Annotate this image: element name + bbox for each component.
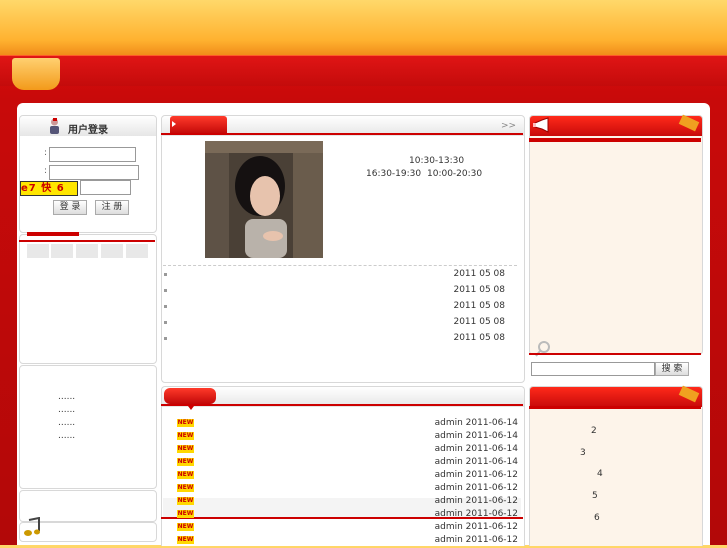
- music-note-icon: [23, 516, 41, 539]
- pointer-icon: [188, 406, 194, 410]
- news-row[interactable]: 2011 05 08: [163, 333, 517, 349]
- username-input[interactable]: [49, 147, 136, 162]
- more-link[interactable]: >>: [501, 121, 516, 131]
- ranking-item[interactable]: 4: [597, 469, 603, 479]
- left-tab-active-bar: [27, 232, 79, 236]
- latest-meta: admin 2011-06-12: [434, 535, 518, 545]
- new-badge-icon: NEW: [177, 432, 194, 440]
- news-row[interactable]: 2011 05 08: [163, 317, 517, 333]
- left-tab-2[interactable]: [51, 244, 73, 258]
- left-tab-3[interactable]: [76, 244, 98, 258]
- login-title: 用户登录: [68, 125, 108, 136]
- news-row[interactable]: 2011 05 08: [163, 285, 517, 301]
- feature-header-line: [161, 133, 523, 135]
- ranking-header: [530, 387, 702, 407]
- left-list-item[interactable]: ......: [58, 405, 75, 415]
- password-input[interactable]: [49, 165, 139, 180]
- new-badge-icon: NEW: [177, 419, 194, 427]
- news-date: 2011 05 08: [453, 285, 505, 295]
- new-badge-icon: NEW: [177, 484, 194, 492]
- latest-row[interactable]: NEW admin 2011-06-14: [170, 431, 518, 444]
- latest-meta: admin 2011-06-14: [434, 418, 518, 428]
- new-badge-icon: NEW: [177, 458, 194, 466]
- latest-meta: admin 2011-06-12: [434, 522, 518, 532]
- hours-line-2b: 10:00-20:30: [427, 169, 483, 179]
- news-date: 2011 05 08: [453, 301, 505, 311]
- page: { "login": { "title": "用户登录", "captcha":…: [0, 0, 727, 548]
- logo-badge: [12, 58, 60, 90]
- news-row[interactable]: 2011 05 08: [163, 301, 517, 317]
- ranking-item[interactable]: 6: [594, 513, 600, 523]
- new-badge-icon: NEW: [177, 445, 194, 453]
- latest-meta: admin 2011-06-12: [434, 483, 518, 493]
- latest-meta: admin 2011-06-14: [434, 457, 518, 467]
- latest-row[interactable]: NEW admin 2011-06-14: [170, 418, 518, 431]
- bullet-icon: [164, 273, 167, 276]
- latest-meta: admin 2011-06-14: [434, 431, 518, 441]
- ranking-item[interactable]: 3: [580, 448, 586, 458]
- latest-row[interactable]: NEW admin 2011-06-12: [170, 509, 518, 522]
- megaphone-icon: [533, 117, 551, 133]
- left-tab-1[interactable]: [27, 244, 49, 258]
- search-top-line: [529, 353, 701, 355]
- ranking-header-line: [529, 406, 701, 409]
- latest-row[interactable]: NEW admin 2011-06-12: [170, 483, 518, 496]
- latest-row[interactable]: NEW admin 2011-06-14: [170, 444, 518, 457]
- ranking-panel: [529, 385, 703, 546]
- news-divider: [163, 265, 517, 266]
- bullet-icon: [164, 289, 167, 292]
- latest-meta: admin 2011-06-12: [434, 509, 518, 519]
- bullet-icon: [164, 321, 167, 324]
- news-date: 2011 05 08: [453, 269, 505, 279]
- announcement-panel: [529, 114, 703, 355]
- latest-row[interactable]: NEW admin 2011-06-14: [170, 457, 518, 470]
- bullet-icon: [164, 305, 167, 308]
- new-badge-icon: NEW: [177, 471, 194, 479]
- search-input[interactable]: [531, 362, 655, 376]
- left-list-item[interactable]: ......: [58, 418, 75, 428]
- new-badge-icon: NEW: [177, 523, 194, 531]
- left-list-item[interactable]: ......: [58, 431, 75, 441]
- news-row[interactable]: 2011 05 08: [163, 269, 517, 285]
- left-tab-4[interactable]: [101, 244, 123, 258]
- top-banner-stripe: [0, 55, 727, 86]
- latest-header-line: [161, 404, 523, 406]
- hours-line-2a: 16:30-19:30: [366, 169, 422, 179]
- hours-line-1: 10:30-13:30: [409, 156, 465, 166]
- login-button[interactable]: 登 录: [53, 200, 87, 215]
- left-list-item[interactable]: ......: [58, 392, 75, 402]
- left-tab-5[interactable]: [126, 244, 148, 258]
- featured-photo[interactable]: [205, 141, 323, 258]
- captcha-input[interactable]: [80, 180, 131, 195]
- latest-row[interactable]: NEW admin 2011-06-12: [170, 535, 518, 548]
- announcement-header-line: [529, 138, 701, 142]
- left-tab-divider: [19, 240, 155, 242]
- new-badge-icon: NEW: [177, 497, 194, 505]
- ranking-item[interactable]: 5: [592, 491, 598, 501]
- search-button[interactable]: 搜 索: [655, 362, 689, 376]
- latest-meta: admin 2011-06-12: [434, 496, 518, 506]
- new-badge-icon: NEW: [177, 536, 194, 544]
- captcha-image: e7 快 6: [20, 181, 78, 196]
- ranking-item[interactable]: 2: [591, 426, 597, 436]
- latest-meta: admin 2011-06-12: [434, 470, 518, 480]
- bullet-icon: [164, 337, 167, 340]
- latest-meta: admin 2011-06-14: [434, 444, 518, 454]
- latest-tab[interactable]: [164, 388, 216, 404]
- register-button[interactable]: 注 册: [95, 200, 129, 215]
- news-date: 2011 05 08: [453, 333, 505, 343]
- feature-tab[interactable]: [170, 116, 227, 134]
- latest-row[interactable]: NEW admin 2011-06-12: [170, 470, 518, 483]
- play-arrow-icon: [172, 121, 176, 127]
- left-list-panel: [19, 365, 157, 489]
- new-badge-icon: NEW: [177, 510, 194, 518]
- user-icon: [49, 118, 60, 134]
- announcement-header: [530, 116, 702, 136]
- password-label-mark: :: [44, 166, 48, 176]
- latest-row[interactable]: NEW admin 2011-06-12: [170, 522, 518, 535]
- username-label-mark: :: [44, 148, 48, 158]
- news-date: 2011 05 08: [453, 317, 505, 327]
- magnifier-icon: [534, 340, 554, 358]
- latest-row[interactable]: NEW admin 2011-06-12: [170, 496, 518, 509]
